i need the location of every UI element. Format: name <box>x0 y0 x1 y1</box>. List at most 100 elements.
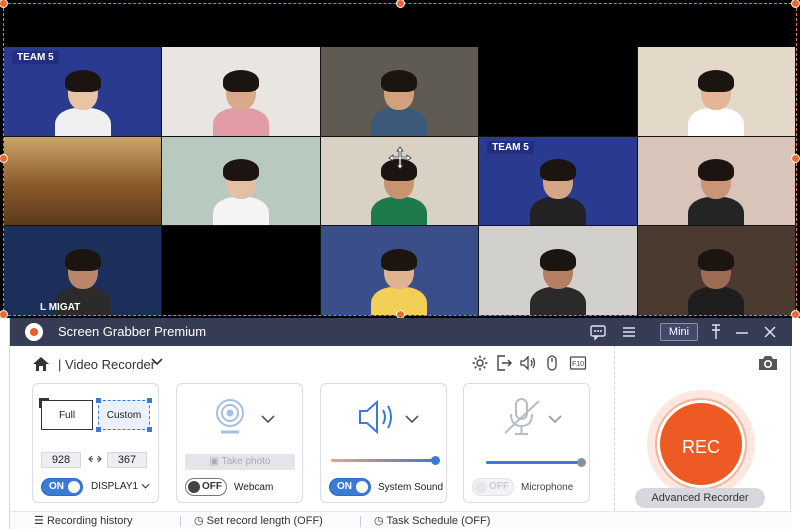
screen-area-card: Full Custom 928 367 ON DISPLAY1 <box>32 383 159 503</box>
title-bar: Screen Grabber Premium Mini <box>10 318 792 346</box>
task-schedule-label: Task Schedule (OFF) <box>386 515 491 527</box>
mode-label: Video Recorder <box>65 357 156 372</box>
advanced-recorder-button[interactable]: Advanced Recorder <box>635 488 765 508</box>
hotkey-icon[interactable]: F10 <box>569 354 587 372</box>
home-icon[interactable] <box>32 356 50 372</box>
resize-handle-bottom-left[interactable] <box>0 310 8 319</box>
participant-avatar <box>529 159 586 226</box>
height-input[interactable]: 367 <box>107 452 147 468</box>
microphone-muted-icon <box>504 398 540 435</box>
participant-avatar <box>371 69 428 136</box>
svg-text:F10: F10 <box>572 361 584 368</box>
video-tile <box>162 136 321 227</box>
display-select[interactable]: DISPLAY1 <box>91 481 150 492</box>
mode-selector[interactable]: | Video Recorder <box>58 357 155 372</box>
chevron-down-icon[interactable] <box>260 414 276 424</box>
video-tile <box>637 226 796 316</box>
participant-avatar <box>688 159 745 226</box>
system-sound-card: ON System Sound <box>320 383 447 503</box>
video-tile <box>162 47 321 137</box>
settings-icon[interactable] <box>471 354 489 372</box>
camera-small-icon: ▣ <box>209 456 219 467</box>
link-icon[interactable] <box>88 454 102 464</box>
video-tile: L MIGAT <box>4 226 163 316</box>
video-tile: TEAM 5 <box>479 136 638 227</box>
capture-region[interactable]: TEAM 5 TEAM 5 L MIGAT <box>0 0 800 319</box>
export-icon[interactable] <box>495 354 513 372</box>
microphone-label: Microphone <box>521 482 574 493</box>
screenshot-camera-icon[interactable] <box>757 354 779 372</box>
display-label: DISPLAY1 <box>91 481 139 492</box>
chevron-down-icon[interactable] <box>150 355 164 369</box>
video-tile <box>162 226 321 316</box>
video-grid: TEAM 5 TEAM 5 L MIGAT <box>4 47 796 316</box>
app-logo-icon <box>25 323 43 341</box>
video-tile: TEAM 5 <box>4 47 163 137</box>
rec-button[interactable]: REC <box>657 400 745 488</box>
record-length-label: Set record length (OFF) <box>206 515 323 527</box>
participant-avatar <box>213 159 270 226</box>
microphone-toggle[interactable]: OFF <box>472 478 514 496</box>
footer-divider <box>360 516 361 527</box>
record-length-link[interactable]: ◷ Set record length (OFF) <box>194 514 323 527</box>
tile-caption: L MIGAT <box>40 301 81 313</box>
mouse-icon[interactable] <box>543 354 561 372</box>
system-sound-toggle[interactable]: ON <box>329 478 371 496</box>
slider-knob[interactable] <box>577 458 586 467</box>
screen-toggle[interactable]: ON <box>41 478 83 496</box>
participant-avatar <box>688 69 745 136</box>
system-sound-slider[interactable] <box>331 456 440 465</box>
full-screen-button[interactable]: Full <box>39 398 93 430</box>
mode-separator: | <box>58 357 62 372</box>
participant-avatar <box>213 69 270 136</box>
schedule-icon: ◷ <box>374 515 384 527</box>
task-schedule-link[interactable]: ◷ Task Schedule (OFF) <box>374 514 490 527</box>
resize-handle-top-right[interactable] <box>791 0 800 8</box>
resize-handle-top[interactable] <box>396 0 405 8</box>
move-icon[interactable] <box>388 146 412 170</box>
custom-label: Custom <box>106 410 142 421</box>
participant-avatar <box>688 248 745 315</box>
resize-handle-top-left[interactable] <box>0 0 8 8</box>
system-sound-label: System Sound <box>378 482 444 493</box>
chevron-down-icon[interactable] <box>547 414 563 424</box>
video-tile <box>4 136 163 227</box>
minimize-icon[interactable] <box>732 322 752 342</box>
slider-knob[interactable] <box>431 456 440 465</box>
webcam-label: Webcam <box>234 482 274 493</box>
tile-label: TEAM 5 <box>487 140 534 154</box>
speaker-icon <box>359 399 392 435</box>
webcam-toggle[interactable]: OFF <box>185 478 227 496</box>
custom-handle <box>147 398 152 403</box>
participant-avatar <box>54 69 111 136</box>
recording-history-label: Recording history <box>46 515 133 527</box>
video-tile <box>479 47 638 137</box>
courtroom-background <box>4 136 162 226</box>
microphone-slider[interactable] <box>486 458 586 467</box>
resize-handle-bottom-right[interactable] <box>791 310 800 319</box>
custom-handle <box>147 427 152 432</box>
audio-icon[interactable] <box>519 354 537 372</box>
width-input[interactable]: 928 <box>41 452 81 468</box>
pin-icon[interactable] <box>706 322 726 342</box>
chat-icon[interactable] <box>588 322 608 342</box>
custom-handle <box>96 398 101 403</box>
custom-area-button[interactable]: Custom <box>96 398 152 432</box>
custom-handle <box>96 427 101 432</box>
take-photo-button[interactable]: ▣ Take photo <box>185 454 295 470</box>
mode-toolbar: | Video Recorder F10 <box>10 346 610 382</box>
video-tile <box>637 136 796 227</box>
close-icon[interactable] <box>760 322 780 342</box>
list-icon: ☰ <box>34 515 44 527</box>
resize-handle-right[interactable] <box>791 154 800 163</box>
chevron-down-icon[interactable] <box>404 414 420 424</box>
menu-icon[interactable] <box>619 322 639 342</box>
participant-avatar <box>371 159 428 226</box>
webcam-card: ▣ Take photo OFF Webcam <box>176 383 303 503</box>
record-area: REC Advanced Recorder <box>614 346 792 511</box>
recording-history-link[interactable]: ☰ Recording history <box>34 514 133 527</box>
participant-avatar <box>371 248 428 315</box>
webcam-icon <box>216 399 244 434</box>
chevron-down-icon <box>141 483 150 489</box>
mini-button[interactable]: Mini <box>660 323 698 341</box>
